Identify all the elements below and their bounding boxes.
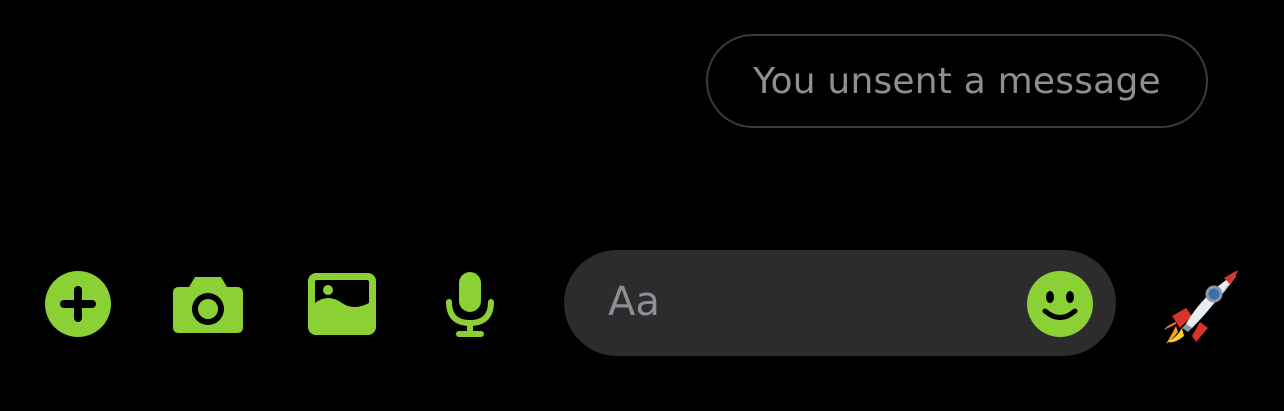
rocket-emoji-icon	[1162, 270, 1242, 350]
message-field[interactable]	[564, 250, 1116, 356]
message-thread: You unsent a message	[0, 0, 1284, 240]
message-input[interactable]	[608, 270, 1008, 334]
plus-circle-icon	[44, 270, 112, 338]
smiley-icon	[1026, 271, 1094, 342]
message-composer	[0, 246, 1284, 358]
gallery-button[interactable]	[306, 268, 378, 340]
emoji-button[interactable]	[1026, 270, 1094, 338]
microphone-icon	[442, 270, 498, 338]
quick-reaction-button[interactable]	[1162, 266, 1242, 346]
unsent-message-notice[interactable]: You unsent a message	[706, 34, 1208, 128]
voice-message-button[interactable]	[434, 268, 506, 340]
camera-icon	[171, 273, 245, 335]
more-actions-button[interactable]	[42, 268, 114, 340]
photo-icon	[308, 273, 376, 335]
camera-button[interactable]	[172, 268, 244, 340]
